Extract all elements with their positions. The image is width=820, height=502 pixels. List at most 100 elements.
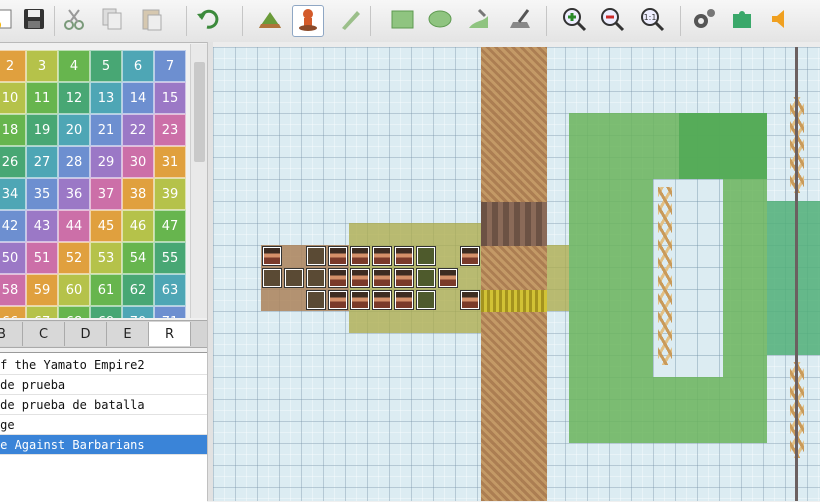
map-event[interactable]	[284, 268, 304, 288]
palette-cell[interactable]: 11	[26, 82, 58, 114]
palette-cell[interactable]: 59	[26, 274, 58, 306]
map-mode-button[interactable]	[254, 5, 286, 37]
map-event[interactable]	[306, 268, 326, 288]
palette-cell[interactable]: 42	[0, 210, 26, 242]
palette-cell[interactable]: 53	[90, 242, 122, 274]
undo-button[interactable]	[192, 5, 224, 37]
palette-cell[interactable]: 18	[0, 114, 26, 146]
palette-scrollbar[interactable]	[190, 44, 208, 318]
palette-cell[interactable]: 45	[90, 210, 122, 242]
palette-cell[interactable]: 50	[0, 242, 26, 274]
event-mode-button[interactable]	[292, 5, 324, 37]
rectangle-button[interactable]	[386, 5, 418, 37]
palette-cell[interactable]: 63	[154, 274, 186, 306]
save-button[interactable]	[18, 5, 50, 37]
fill-button[interactable]	[462, 5, 494, 37]
new-button[interactable]	[0, 5, 18, 37]
zoom-out-button[interactable]	[596, 5, 628, 37]
palette-cell[interactable]: 44	[58, 210, 90, 242]
palette-cell[interactable]: 26	[0, 146, 26, 178]
map-event[interactable]	[394, 246, 414, 266]
paste-button[interactable]	[136, 5, 168, 37]
tab-e[interactable]: E	[107, 322, 149, 346]
palette-cell[interactable]: 31	[154, 146, 186, 178]
palette-cell[interactable]: 51	[26, 242, 58, 274]
pencil-button[interactable]	[334, 5, 366, 37]
palette-cell[interactable]: 30	[122, 146, 154, 178]
palette-cell[interactable]: 67	[26, 306, 58, 318]
map-event[interactable]	[394, 290, 414, 310]
zoom-in-button[interactable]	[558, 5, 590, 37]
palette-cell[interactable]: 12	[58, 82, 90, 114]
palette-cell[interactable]: 20	[58, 114, 90, 146]
ellipse-button[interactable]	[424, 5, 456, 37]
palette-cell[interactable]: 36	[58, 178, 90, 210]
palette-scroll-thumb[interactable]	[194, 62, 205, 162]
palette-cell[interactable]: 7	[154, 50, 186, 82]
map-event[interactable]	[350, 290, 370, 310]
palette-cell[interactable]: 60	[58, 274, 90, 306]
palette-cell[interactable]: 15	[154, 82, 186, 114]
palette-cell[interactable]: 3	[26, 50, 58, 82]
zoom-actual-button[interactable]: 1:1	[636, 5, 668, 37]
map-event[interactable]	[372, 268, 392, 288]
palette-cell[interactable]: 69	[90, 306, 122, 318]
map-event[interactable]	[262, 268, 282, 288]
map-event[interactable]	[262, 246, 282, 266]
palette-cell[interactable]: 39	[154, 178, 186, 210]
palette-cell[interactable]: 35	[26, 178, 58, 210]
palette-cell[interactable]: 22	[122, 114, 154, 146]
map-event[interactable]	[350, 268, 370, 288]
palette-cell[interactable]: 68	[58, 306, 90, 318]
palette-cell[interactable]: 58	[0, 274, 26, 306]
cut-button[interactable]	[58, 5, 90, 37]
plugins-button[interactable]	[726, 5, 758, 37]
map-event[interactable]	[416, 246, 436, 266]
map-event[interactable]	[416, 268, 436, 288]
palette-cell[interactable]: 46	[122, 210, 154, 242]
palette-cell[interactable]: 29	[90, 146, 122, 178]
palette-cell[interactable]: 6	[122, 50, 154, 82]
map-event[interactable]	[328, 290, 348, 310]
map-list-item[interactable]: Battle Against Barbarians	[0, 435, 207, 455]
palette-cell[interactable]: 21	[90, 114, 122, 146]
palette-cell[interactable]: 2	[0, 50, 26, 82]
map-list-item[interactable]: Mapa de prueba de batalla	[0, 395, 207, 415]
palette-cell[interactable]: 14	[122, 82, 154, 114]
map-list-item[interactable]: Map of the Yamato Empire2	[0, 355, 207, 375]
palette-cell[interactable]: 62	[122, 274, 154, 306]
tab-r[interactable]: R	[149, 322, 191, 346]
map-list-item[interactable]: Mapa de prueba	[0, 375, 207, 395]
tab-d[interactable]: D	[65, 322, 107, 346]
palette-cell[interactable]: 23	[154, 114, 186, 146]
map-event[interactable]	[350, 246, 370, 266]
copy-button[interactable]	[96, 5, 128, 37]
map-event[interactable]	[438, 268, 458, 288]
shadow-pen-button[interactable]	[504, 5, 536, 37]
map-event[interactable]	[394, 268, 414, 288]
palette-cell[interactable]: 4	[58, 50, 90, 82]
database-button[interactable]	[688, 5, 720, 37]
palette-cell[interactable]: 55	[154, 242, 186, 274]
map-event[interactable]	[460, 246, 480, 266]
palette-cell[interactable]: 28	[58, 146, 90, 178]
palette-cell[interactable]: 37	[90, 178, 122, 210]
palette-cell[interactable]: 19	[26, 114, 58, 146]
palette-cell[interactable]: 38	[122, 178, 154, 210]
palette-cell[interactable]: 61	[90, 274, 122, 306]
palette-cell[interactable]: 70	[122, 306, 154, 318]
palette-cell[interactable]: 66	[0, 306, 26, 318]
palette-cell[interactable]: 54	[122, 242, 154, 274]
palette-cell[interactable]: 43	[26, 210, 58, 242]
map-list-item[interactable]: Village	[0, 415, 207, 435]
map-canvas[interactable]	[213, 47, 820, 501]
map-event[interactable]	[328, 246, 348, 266]
tab-c[interactable]: C	[23, 322, 65, 346]
palette-cell[interactable]: 47	[154, 210, 186, 242]
palette-cell[interactable]: 34	[0, 178, 26, 210]
map-event[interactable]	[372, 246, 392, 266]
palette-cell[interactable]: 5	[90, 50, 122, 82]
map-event[interactable]	[416, 290, 436, 310]
palette-cell[interactable]: 13	[90, 82, 122, 114]
map-event[interactable]	[306, 290, 326, 310]
